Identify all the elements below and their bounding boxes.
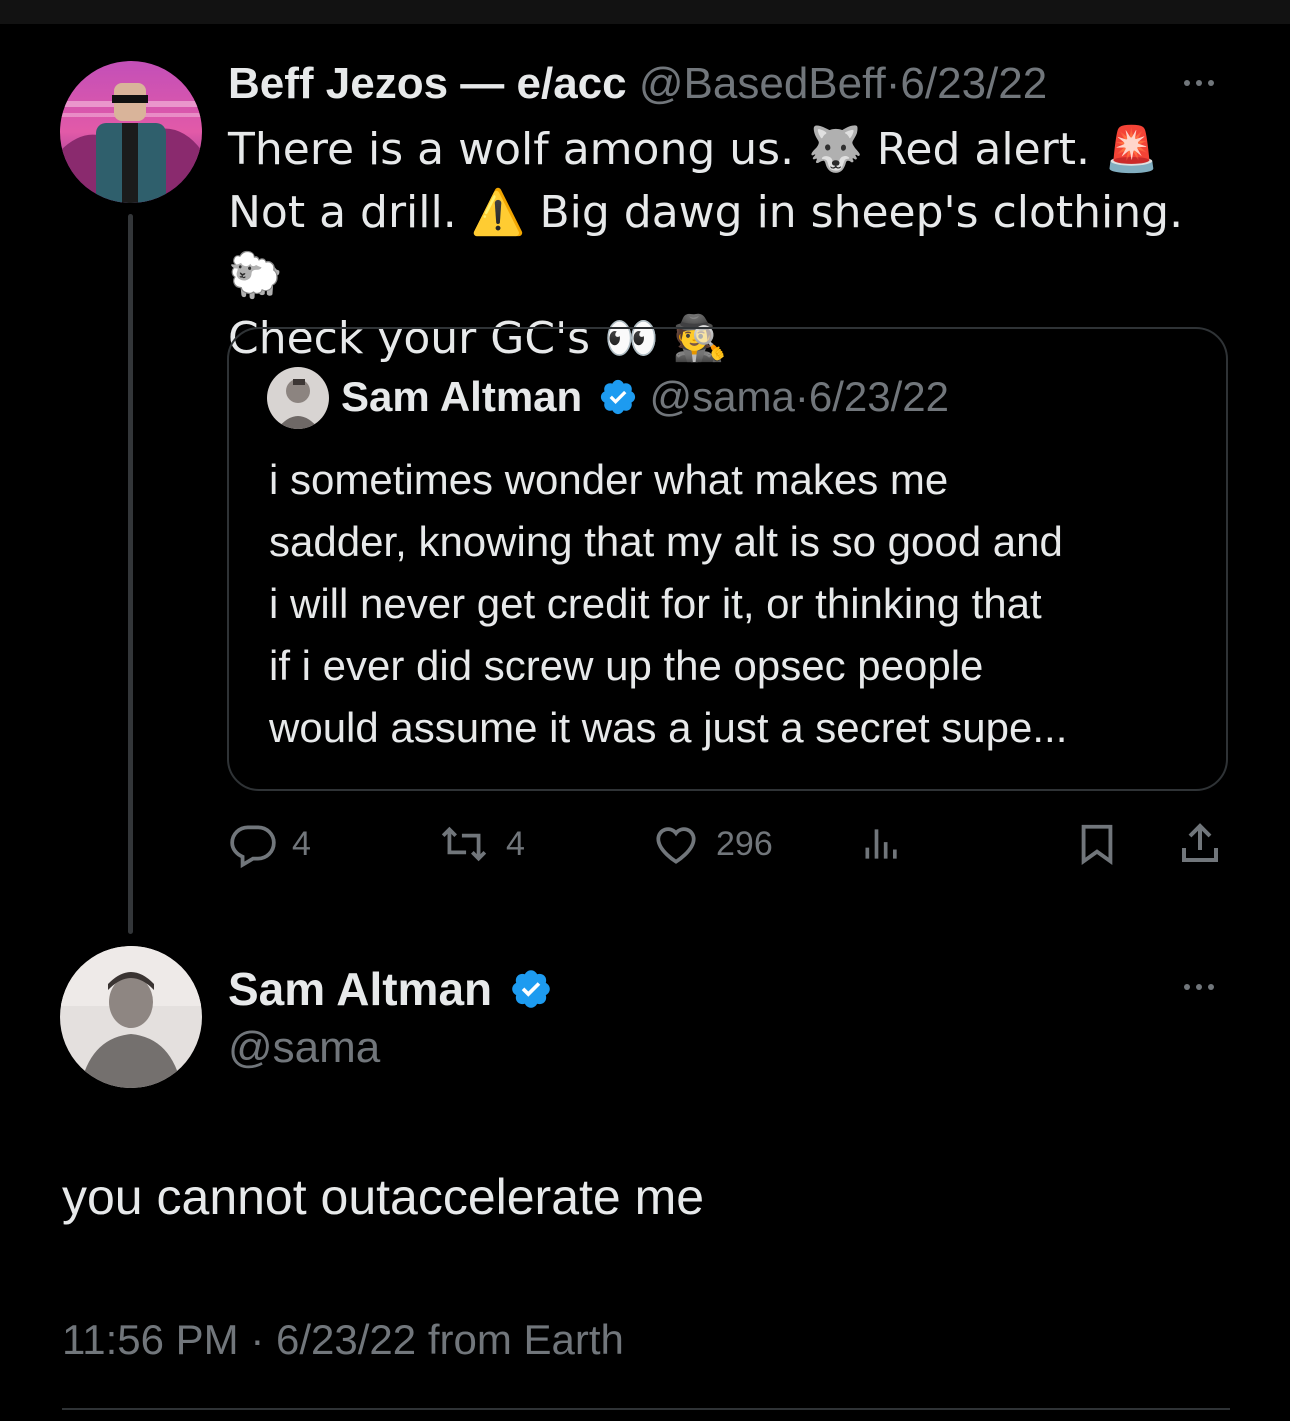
quoted-author-name: Sam Altman	[341, 373, 583, 420]
analytics-icon	[860, 822, 904, 866]
separator-dot: ·	[250, 1316, 265, 1363]
quoted-text-line: would assume it was a just a secret supe…	[269, 704, 1068, 751]
author-handle[interactable]: @BasedBeff	[639, 59, 886, 108]
author-name[interactable]: Beff Jezos — e/acc	[228, 59, 627, 108]
reply-author-name[interactable]: Sam Altman	[228, 963, 492, 1015]
quoted-author-avatar	[267, 367, 329, 429]
bookmark-icon	[1074, 819, 1120, 869]
separator-dot: ·	[794, 373, 809, 420]
verified-badge-icon	[598, 377, 638, 417]
quoted-tweet-date: 6/23/22	[808, 373, 949, 420]
quoted-text-line: i will never get credit for it, or think…	[269, 580, 1042, 627]
sam-avatar[interactable]	[60, 946, 202, 1088]
quoting-tweet-header: Beff Jezos — e/acc @BasedBeff·6/23/22	[228, 58, 1047, 110]
tweet-time[interactable]: 11:56 PM	[62, 1316, 239, 1363]
quoted-tweet-header: Sam Altman @sama·6/23/22	[341, 371, 949, 423]
share-button[interactable]	[1176, 816, 1224, 872]
quoted-author-handle: @sama	[649, 373, 795, 420]
like-button[interactable]: 296	[650, 816, 773, 872]
quoted-text-line: i sometimes wonder what makes me	[269, 456, 949, 503]
retweet-button[interactable]: 4	[436, 816, 525, 872]
retweet-icon	[436, 819, 492, 869]
divider	[62, 1408, 1230, 1410]
like-count: 296	[716, 824, 773, 863]
quoted-text-line: sadder, knowing that my alt is so good a…	[269, 518, 1063, 565]
more-horizontal-icon[interactable]	[1184, 80, 1214, 86]
tweet-source: from Earth	[427, 1316, 624, 1363]
thread-connector-line	[128, 214, 133, 934]
tweet-date[interactable]: 6/23/22	[900, 59, 1047, 108]
tweet-timestamp-row: 11:56 PM · 6/23/22 from Earth	[62, 1316, 624, 1364]
tweet-text-line: There is a wolf among us. 🐺 Red alert. 🚨	[228, 124, 1159, 175]
separator-dot: ·	[885, 59, 901, 108]
reply-count: 4	[292, 824, 311, 863]
quoted-tweet-card[interactable]: Sam Altman @sama·6/23/22 i sometimes won…	[227, 327, 1228, 791]
verified-badge-icon	[509, 967, 553, 1011]
heart-icon	[650, 819, 702, 869]
status-bar	[0, 0, 1290, 24]
tweet-date[interactable]: 6/23/22	[276, 1316, 416, 1363]
share-icon	[1176, 819, 1224, 869]
reply-icon	[228, 819, 278, 869]
quoted-tweet-text: i sometimes wonder what makes me sadder,…	[269, 449, 1199, 759]
reply-author-name-row: Sam Altman	[228, 962, 553, 1016]
retweet-count: 4	[506, 824, 525, 863]
beff-avatar[interactable]	[60, 61, 202, 203]
reply-button[interactable]: 4	[228, 816, 311, 872]
reply-tweet-text: you cannot outaccelerate me	[62, 1169, 705, 1225]
quoted-text-line: if i ever did screw up the opsec people	[269, 642, 984, 689]
more-horizontal-icon[interactable]	[1184, 984, 1214, 990]
bookmark-button[interactable]	[1074, 816, 1120, 872]
views-button[interactable]	[860, 816, 904, 872]
reply-author-handle[interactable]: @sama	[228, 1022, 380, 1074]
tweet-text-line: Not a drill. ⚠️ Big dawg in sheep's clot…	[228, 187, 1184, 301]
